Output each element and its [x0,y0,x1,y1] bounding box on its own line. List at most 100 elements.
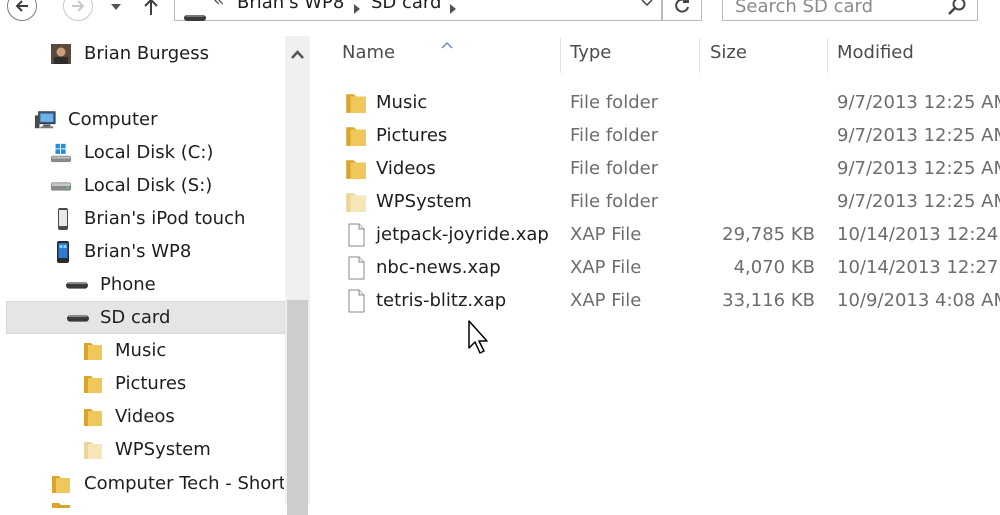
nav-item-local-disk-s[interactable]: Local Disk (S:) [0,169,285,202]
file-type: File folder [570,158,659,179]
up-arrow-icon [143,0,159,20]
search-input[interactable] [735,0,935,18]
column-divider[interactable] [699,38,700,73]
nav-item-brians-ipod-touch[interactable]: Brian's iPod touch [0,202,285,235]
nav-item-label: Music [115,340,167,361]
file-name: Videos [376,158,436,179]
nav-item-label: Computer Tech - Shortc [84,473,284,494]
nav-item-label: Phone [100,274,156,295]
nav-item-label: Computer [68,109,158,130]
back-button[interactable] [7,0,37,21]
scrollbar-thumb[interactable] [287,300,308,515]
nav-item-computer-tech-shortcuts[interactable]: Computer Tech - Shortc [0,467,285,500]
nav-item-label: Local Disk (C:) [84,142,214,163]
nav-item-computer[interactable]: Computer [0,103,285,136]
breadcrumb-separator-icon[interactable] [353,0,361,19]
file-row[interactable]: nbc-news.xap XAP File 4,070 KB 10/14/201… [310,251,1000,284]
folder-icon [50,473,72,495]
folder-icon [50,500,72,508]
file-modified: 9/7/2013 12:25 AM [837,125,1000,146]
file-row[interactable]: jetpack-joyride.xap XAP File 29,785 KB 1… [310,218,1000,251]
file-list: Name Type Size Modified Music File folde… [310,24,1000,505]
navigation-pane: Brian Burgess Computer Local Disk (C:) L… [0,24,310,515]
nav-item-brian-burgess[interactable]: Brian Burgess [0,37,285,70]
file-modified: 10/14/2013 12:27 AM [837,257,1000,278]
column-header-modified[interactable]: Modified [837,42,914,63]
file-row[interactable]: tetris-blitz.xap XAP File 33,116 KB 10/9… [310,284,1000,317]
up-button[interactable] [143,0,159,20]
storage-drive-icon [66,274,88,296]
breadcrumb-brians-wp8[interactable]: Brian's WP8 [237,0,344,13]
folder-icon [82,373,104,395]
column-divider[interactable] [560,38,561,73]
hard-drive-icon [50,175,72,197]
user-avatar-icon [50,43,72,65]
chevron-down-icon [110,0,122,14]
nav-item-wpsystem[interactable]: WPSystem [0,433,285,466]
file-name: tetris-blitz.xap [376,290,507,311]
folder-icon [82,406,104,428]
address-history-chevron-icon[interactable] [641,0,653,10]
breadcrumb-sd-card[interactable]: SD card [371,0,441,13]
refresh-icon [673,0,691,18]
forward-arrow-icon [71,0,85,16]
ipod-icon [52,207,74,230]
nav-item-label: Pictures [115,373,187,394]
folder-icon [344,91,368,115]
nav-item-pictures[interactable]: Pictures [0,367,285,400]
breadcrumb-separator-icon[interactable] [449,0,457,19]
file-name: jetpack-joyride.xap [376,224,549,245]
windows-drive-icon [50,142,72,164]
address-toolbar: « Brian's WP8 SD card [0,0,1000,24]
nav-item-label: Brian Burgess [84,43,210,64]
forward-button[interactable] [63,0,93,21]
column-divider[interactable] [827,38,828,73]
scroll-up-arrow-icon[interactable] [291,44,304,63]
folder-icon [344,157,368,181]
file-type: XAP File [570,224,642,245]
nav-item-phone[interactable]: Phone [0,268,285,301]
file-icon [344,223,368,247]
file-modified: 10/14/2013 12:24 AM [837,224,1000,245]
column-header-size[interactable]: Size [710,42,747,63]
file-size: 29,785 KB [722,224,815,245]
column-header-name[interactable]: Name [342,42,395,63]
nav-item-partial[interactable] [0,500,285,508]
file-row[interactable]: Videos File folder 9/7/2013 12:25 AM [310,152,1000,185]
file-type: File folder [570,191,659,212]
file-size: 33,116 KB [722,290,815,311]
search-box[interactable] [722,0,978,21]
search-icon[interactable] [947,0,967,20]
file-type: XAP File [570,290,642,311]
phone-icon [52,240,74,263]
file-name: Music [376,92,428,113]
nav-item-sd-card[interactable]: SD card [6,301,285,334]
file-type: XAP File [570,257,642,278]
storage-drive-icon [67,307,89,329]
nav-item-local-disk-c[interactable]: Local Disk (C:) [0,136,285,169]
nav-item-music[interactable]: Music [0,334,285,367]
file-modified: 10/9/2013 4:08 AM [837,290,1000,311]
folder-icon [344,124,368,148]
computer-icon [34,109,56,131]
file-icon [344,256,368,280]
nav-item-brians-wp8[interactable]: Brian's WP8 [0,235,285,268]
file-icon [344,289,368,313]
folder-icon [82,340,104,362]
file-row[interactable]: WPSystem File folder 9/7/2013 12:25 AM [310,185,1000,218]
nav-scrollbar[interactable] [285,36,310,515]
address-overflow[interactable]: « [213,0,225,11]
nav-item-label: Videos [115,406,175,427]
file-modified: 9/7/2013 12:25 AM [837,158,1000,179]
nav-item-label: WPSystem [115,439,211,460]
sort-ascending-icon [441,34,453,53]
file-name: nbc-news.xap [376,257,501,278]
file-row[interactable]: Pictures File folder 9/7/2013 12:25 AM [310,119,1000,152]
file-row[interactable]: Music File folder 9/7/2013 12:25 AM [310,86,1000,119]
address-bar[interactable]: « Brian's WP8 SD card [174,0,662,21]
refresh-button[interactable] [662,0,702,21]
file-type: File folder [570,125,659,146]
recent-locations-button[interactable] [110,0,122,14]
nav-item-videos[interactable]: Videos [0,400,285,433]
column-header-type[interactable]: Type [570,42,611,63]
